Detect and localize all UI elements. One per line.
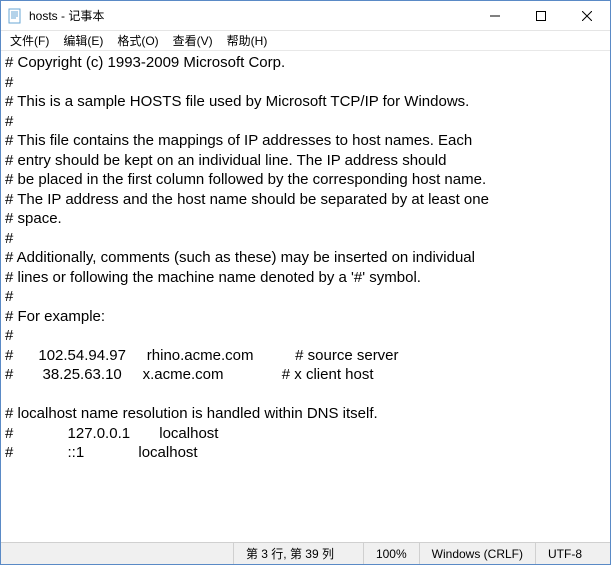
menu-edit[interactable]: 编辑(E) [56,30,110,51]
status-zoom: 100% [363,543,419,564]
status-lineending: Windows (CRLF) [419,543,535,564]
window-title: hosts - 记事本 [29,7,104,24]
status-cursor: 第 3 行, 第 39 列 [233,543,363,564]
menu-view[interactable]: 查看(V) [166,30,220,51]
app-icon [7,8,23,24]
titlebar[interactable]: hosts - 记事本 [1,1,610,31]
menubar: 文件(F) 编辑(E) 格式(O) 查看(V) 帮助(H) [1,31,610,51]
menu-format[interactable]: 格式(O) [110,30,165,51]
statusbar: 第 3 行, 第 39 列 100% Windows (CRLF) UTF-8 [1,542,610,564]
status-encoding: UTF-8 [535,543,610,564]
menu-help[interactable]: 帮助(H) [220,30,275,51]
close-button[interactable] [564,1,610,31]
text-editor-area[interactable]: # Copyright (c) 1993-2009 Microsoft Corp… [1,51,610,542]
maximize-button[interactable] [518,1,564,31]
minimize-button[interactable] [472,1,518,31]
menu-file[interactable]: 文件(F) [3,30,56,51]
